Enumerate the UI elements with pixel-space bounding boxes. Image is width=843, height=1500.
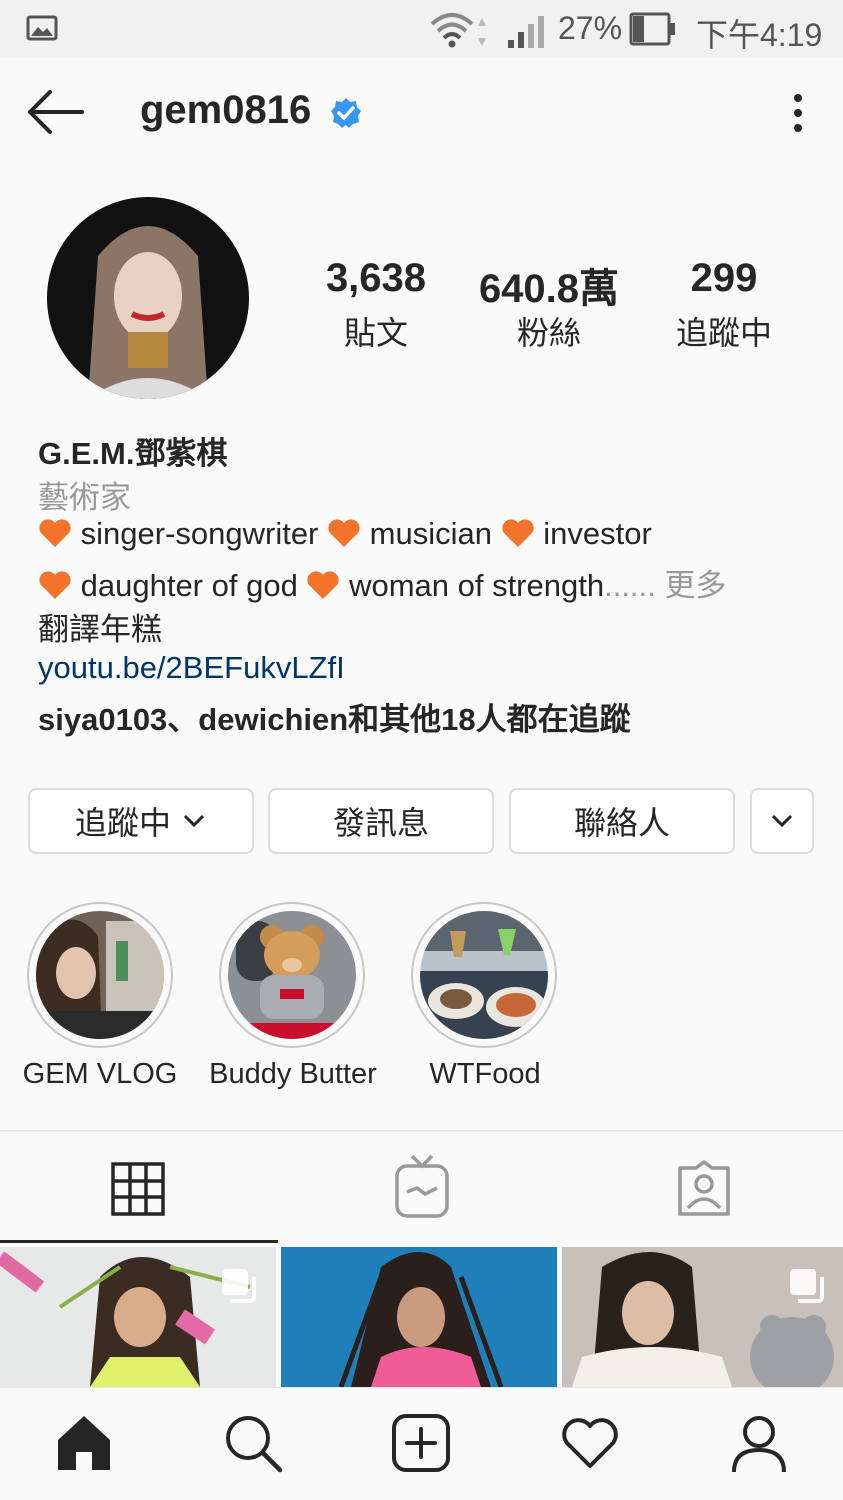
translate-link[interactable]: 翻譯年糕 [38, 604, 162, 649]
posts-count[interactable]: 3,638 [276, 256, 476, 301]
battery-percent: 27% [558, 10, 623, 46]
post-thumbnail[interactable] [281, 1247, 557, 1387]
bio-tag: woman of strength [349, 568, 605, 603]
highlight-label[interactable]: WTFood [385, 1058, 585, 1091]
message-button-label: 發訊息 [332, 805, 429, 841]
igtv-icon [395, 1154, 449, 1218]
search-icon[interactable] [224, 1414, 284, 1474]
chevron-down-icon [183, 814, 205, 828]
bio-line-2: daughter of god woman of strength...... … [38, 560, 726, 605]
highlight-thumbnail [228, 911, 356, 1039]
bio-website-link[interactable]: youtu.be/2BEFukvLZfI [38, 650, 345, 686]
home-icon[interactable] [56, 1414, 112, 1472]
followers-label[interactable]: 粉絲 [449, 308, 649, 354]
activity-heart-icon[interactable] [560, 1416, 620, 1470]
profile-full-name: G.E.M.鄧紫棋 [38, 436, 228, 471]
post-thumbnail[interactable] [0, 1247, 276, 1387]
bottom-navigation [0, 1387, 843, 1500]
followers-count[interactable]: 640.8萬 [449, 256, 649, 314]
heart-emoji-icon [39, 519, 71, 547]
profile-category: 藝術家 [38, 480, 131, 515]
tagged-icon [678, 1160, 730, 1216]
bio-ellipsis: ...... [604, 568, 656, 603]
highlight-thumbnail [420, 911, 548, 1039]
clock: 下午4:19 [696, 17, 823, 53]
tab-igtv[interactable] [281, 1132, 562, 1245]
following-count[interactable]: 299 [624, 256, 824, 301]
highlight-thumbnail [36, 911, 164, 1039]
back-arrow-icon[interactable] [26, 88, 86, 136]
heart-emoji-icon [307, 571, 340, 599]
bio-tag: musician [369, 516, 492, 551]
bio-tag: singer-songwriter [80, 516, 319, 551]
profile-username: gem0816 [140, 88, 312, 132]
active-tab-indicator [0, 1240, 278, 1243]
tab-tagged[interactable] [562, 1132, 843, 1245]
multiple-photos-icon [222, 1269, 256, 1303]
wifi-icon [430, 13, 486, 48]
grid-icon [111, 1162, 165, 1216]
signal-icon [508, 16, 544, 48]
contact-button[interactable]: 聯絡人 [509, 788, 735, 854]
heart-emoji-icon [39, 571, 71, 599]
heart-emoji-icon [501, 519, 534, 547]
highlight-buddy-butter[interactable] [219, 902, 365, 1048]
highlight-label[interactable]: Buddy Butter [193, 1058, 393, 1091]
following-button-label: 追蹤中 [74, 805, 171, 841]
verified-badge-icon [331, 98, 361, 128]
new-post-icon[interactable] [392, 1414, 450, 1472]
following-label[interactable]: 追蹤中 [624, 308, 824, 354]
highlight-wtfood[interactable] [411, 902, 557, 1048]
chevron-down-icon [771, 814, 793, 828]
contact-button-label: 聯絡人 [573, 805, 670, 841]
battery-icon [629, 12, 675, 46]
bio-tag: daughter of god [80, 568, 298, 603]
profile-icon[interactable] [730, 1414, 788, 1474]
multiple-photos-icon [790, 1269, 824, 1303]
more-options-icon[interactable] [788, 92, 808, 134]
profile-tabs [0, 1130, 843, 1247]
status-bar: 27% 下午4:19 [0, 0, 843, 58]
post-thumbnail[interactable] [562, 1247, 843, 1387]
bio-line-1: singer-songwriter musician investor [38, 516, 652, 552]
profile-avatar[interactable] [46, 196, 250, 400]
bio-more-link[interactable]: 更多 [664, 568, 726, 603]
following-button[interactable]: 追蹤中 [28, 788, 254, 854]
bio-tag: investor [543, 516, 652, 551]
posts-label[interactable]: 貼文 [276, 308, 476, 354]
followed-by-text[interactable]: siya0103、dewichien和其他18人都在追蹤 [38, 694, 631, 739]
message-button[interactable]: 發訊息 [268, 788, 494, 854]
highlight-label[interactable]: GEM VLOG [0, 1058, 200, 1091]
highlight-gem-vlog[interactable] [27, 902, 173, 1048]
suggested-users-button[interactable] [750, 788, 814, 854]
gallery-notification-icon [26, 15, 58, 41]
heart-emoji-icon [328, 519, 360, 547]
tab-grid[interactable] [0, 1132, 281, 1245]
